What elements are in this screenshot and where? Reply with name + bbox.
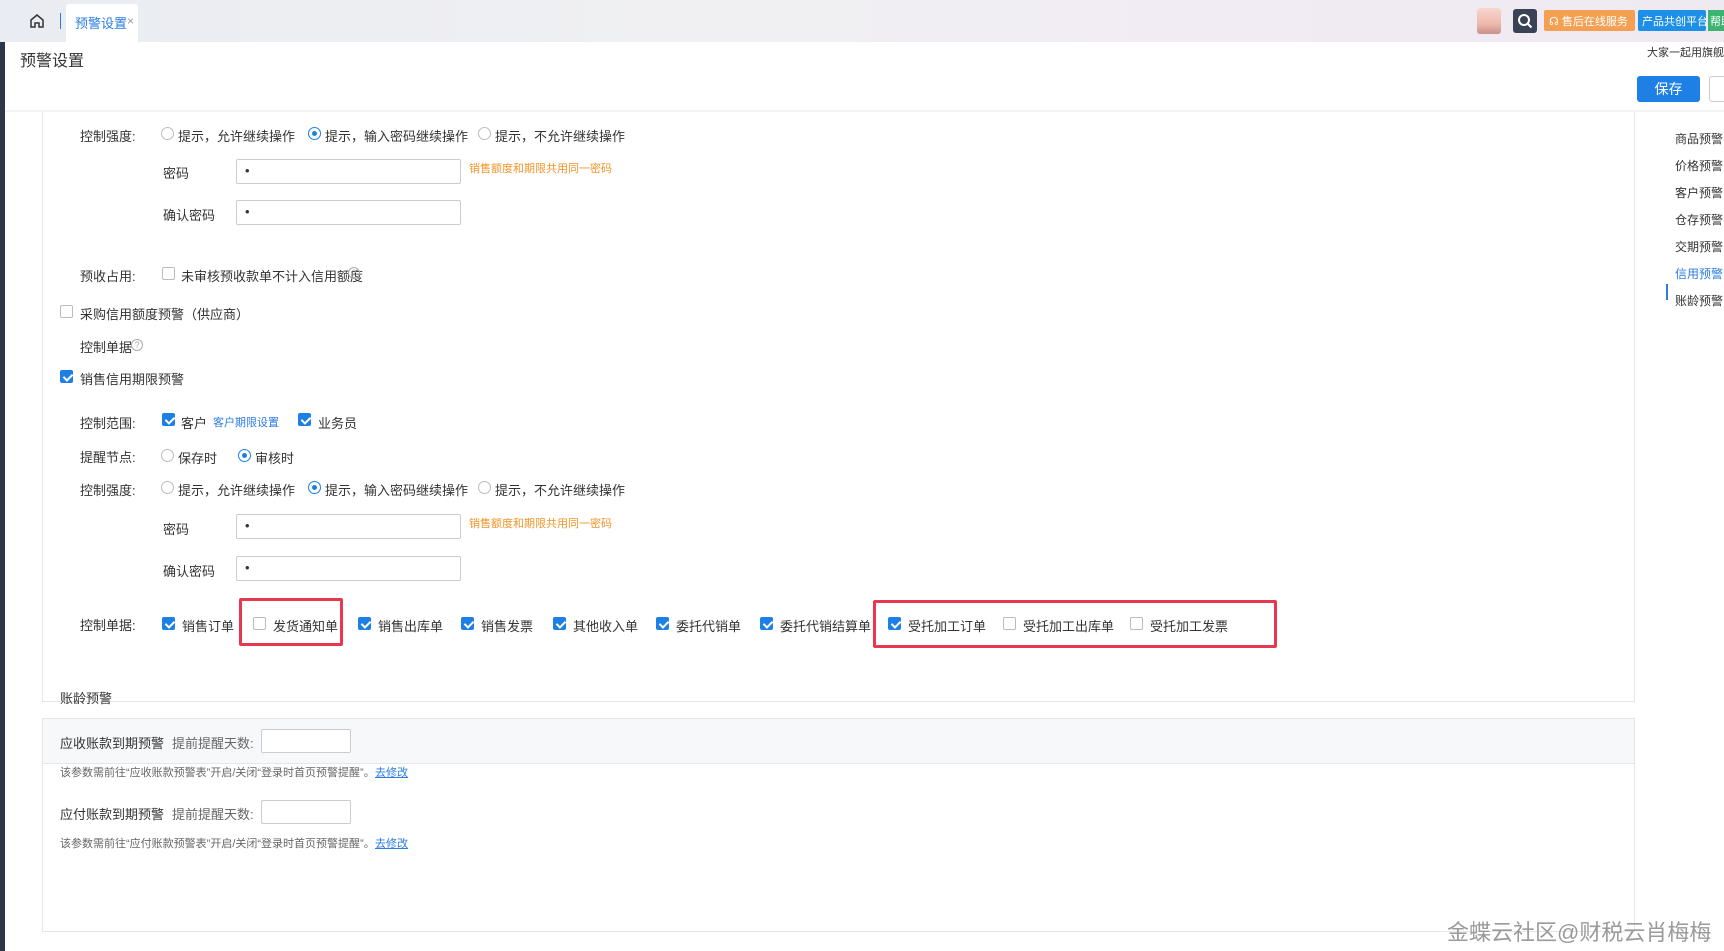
receivable-days-label: 提前提醒天数: — [172, 736, 254, 751]
page-header — [5, 42, 1724, 110]
scope-customer-label: 客户 — [181, 416, 208, 431]
nav-active-indicator — [1666, 284, 1668, 300]
password-label: 密码 — [163, 166, 190, 181]
top-tab-bar — [0, 0, 1724, 42]
page-title: 预警设置 — [20, 53, 85, 70]
prepay-option: 未审核预收款单不计入信用额度 — [181, 269, 364, 284]
customer-term-settings-link[interactable]: 客户期限设置 — [213, 414, 279, 430]
strength-option-allow: 提示，允许继续操作 — [178, 483, 296, 498]
prepay-label: 预收占用: — [80, 269, 136, 284]
nav-item-price-warning[interactable]: 价格预警 — [1675, 157, 1723, 174]
after-sales-button[interactable]: ☊ 售后在线服务 — [1544, 10, 1635, 31]
password-field[interactable]: • — [236, 514, 461, 539]
strength-label: 控制强度: — [80, 483, 136, 498]
doc-label-consignment: 委托代销单 — [676, 619, 742, 634]
strength-radio-password[interactable] — [308, 481, 321, 494]
sales-term-checkbox[interactable] — [60, 370, 73, 383]
doc-label-sales-invoice: 销售发票 — [481, 619, 534, 634]
scope-label: 控制范围: — [80, 416, 136, 431]
save-button[interactable]: 保存 — [1637, 76, 1700, 102]
doc-label-sales-outbound: 销售出库单 — [378, 619, 444, 634]
strength-option-password: 提示，输入密码继续操作 — [325, 129, 469, 144]
purchase-credit-label: 采购信用额度预警（供应商） — [80, 307, 250, 322]
help-icon[interactable]: ? — [348, 267, 360, 279]
nav-item-goods-warning[interactable]: 商品预警 — [1675, 130, 1723, 147]
strength-option-block: 提示，不允许继续操作 — [495, 129, 626, 144]
shared-password-hint: 销售额度和期限共用同一密码 — [469, 163, 612, 175]
receivable-modify-link[interactable]: 去修改 — [375, 764, 408, 780]
remind-label: 提醒节点: — [80, 450, 136, 465]
help-icon[interactable]: ? — [131, 339, 143, 351]
doc-checkbox-sales-order[interactable] — [162, 617, 175, 630]
strength-option-block: 提示，不允许继续操作 — [495, 483, 626, 498]
payable-modify-link[interactable]: 去修改 — [375, 835, 408, 851]
strength-option-password: 提示，输入密码继续操作 — [325, 483, 469, 498]
after-sales-label: 售后在线服务 — [1561, 16, 1628, 28]
highlight-box — [239, 598, 343, 646]
strength-label: 控制强度: — [80, 129, 136, 144]
strength-option-allow: 提示，允许继续操作 — [178, 129, 296, 144]
sales-term-label: 销售信用期限预警 — [80, 372, 185, 387]
home-icon[interactable] — [28, 12, 46, 30]
highlight-box — [873, 600, 1277, 648]
prepay-checkbox[interactable] — [162, 267, 175, 280]
headset-icon: ☊ — [1549, 16, 1559, 28]
search-button[interactable] — [1513, 9, 1537, 33]
close-icon[interactable]: × — [127, 14, 134, 28]
scope-salesman-label: 业务员 — [318, 416, 358, 431]
nav-item-delivery-warning[interactable]: 交期预警 — [1675, 238, 1723, 255]
doc-checkbox-consignment-settlement[interactable] — [760, 617, 773, 630]
doc-label-sales-order: 销售订单 — [182, 619, 235, 634]
tab-divider — [60, 13, 61, 29]
docs-label: 控制单据: — [80, 618, 136, 633]
purchase-credit-checkbox[interactable] — [60, 305, 73, 318]
strength-radio-block[interactable] — [478, 481, 491, 494]
more-button[interactable] — [1709, 76, 1724, 102]
confirm-password-field[interactable]: • — [236, 200, 461, 225]
doc-label-consignment-settlement: 委托代销结算单 — [780, 619, 872, 634]
nav-item-credit-warning[interactable]: 信用预警 — [1675, 265, 1723, 282]
tab-warning-settings[interactable]: 预警设置 × — [66, 4, 138, 42]
receivable-note: 该参数需前往“应收账款预警表”开启/关闭“登录时首页预警提醒”。 — [60, 767, 375, 779]
remind-radio-audit[interactable] — [238, 449, 251, 462]
payable-label: 应付账款到期预警 — [60, 807, 165, 822]
strength-radio-allow[interactable] — [161, 127, 174, 140]
strength-radio-allow[interactable] — [161, 481, 174, 494]
nav-item-stock-warning[interactable]: 仓存预警 — [1675, 211, 1723, 228]
aging-section-title: 账龄预警 — [60, 691, 113, 706]
confirm-password-field[interactable]: • — [236, 556, 461, 581]
password-label: 密码 — [163, 522, 190, 537]
control-docs-label: 控制单据 — [80, 340, 133, 355]
receivable-label: 应收账款到期预警 — [60, 736, 165, 751]
product-platform-button[interactable]: 产品共创平台 — [1638, 10, 1706, 31]
remind-option-audit: 审核时 — [255, 451, 295, 466]
nav-item-aging-warning[interactable]: 账龄预警 — [1675, 292, 1723, 309]
strength-radio-password[interactable] — [308, 127, 321, 140]
payable-note: 该参数需前往“应付账款预警表”开启/关闭“登录时首页预警提醒”。 — [60, 838, 375, 850]
doc-checkbox-other-income[interactable] — [553, 617, 566, 630]
payable-days-label: 提前提醒天数: — [172, 807, 254, 822]
search-icon — [1518, 14, 1533, 29]
announcement-text: 大家一起用旗舰 — [1647, 47, 1724, 59]
tab-label: 预警设置 — [75, 16, 128, 31]
scope-customer-checkbox[interactable] — [162, 413, 175, 426]
help-button[interactable]: 帮助 — [1708, 10, 1724, 31]
doc-label-other-income: 其他收入单 — [573, 619, 639, 634]
remind-radio-save[interactable] — [161, 449, 174, 462]
doc-checkbox-consignment[interactable] — [656, 617, 669, 630]
confirm-password-label: 确认密码 — [163, 564, 216, 579]
nav-item-customer-warning[interactable]: 客户预警 — [1675, 184, 1723, 201]
password-field[interactable]: • — [236, 159, 461, 184]
receivable-days-input[interactable] — [261, 729, 351, 753]
avatar[interactable] — [1477, 8, 1501, 34]
doc-checkbox-sales-invoice[interactable] — [461, 617, 474, 630]
doc-checkbox-sales-outbound[interactable] — [358, 617, 371, 630]
payable-days-input[interactable] — [261, 800, 351, 824]
scope-salesman-checkbox[interactable] — [298, 413, 311, 426]
confirm-password-label: 确认密码 — [163, 208, 216, 223]
watermark: 金蝶云社区@财税云肖梅梅 — [1447, 920, 1712, 945]
remind-option-save: 保存时 — [178, 451, 218, 466]
shared-password-hint: 销售额度和期限共用同一密码 — [469, 518, 612, 530]
strength-radio-block[interactable] — [478, 127, 491, 140]
